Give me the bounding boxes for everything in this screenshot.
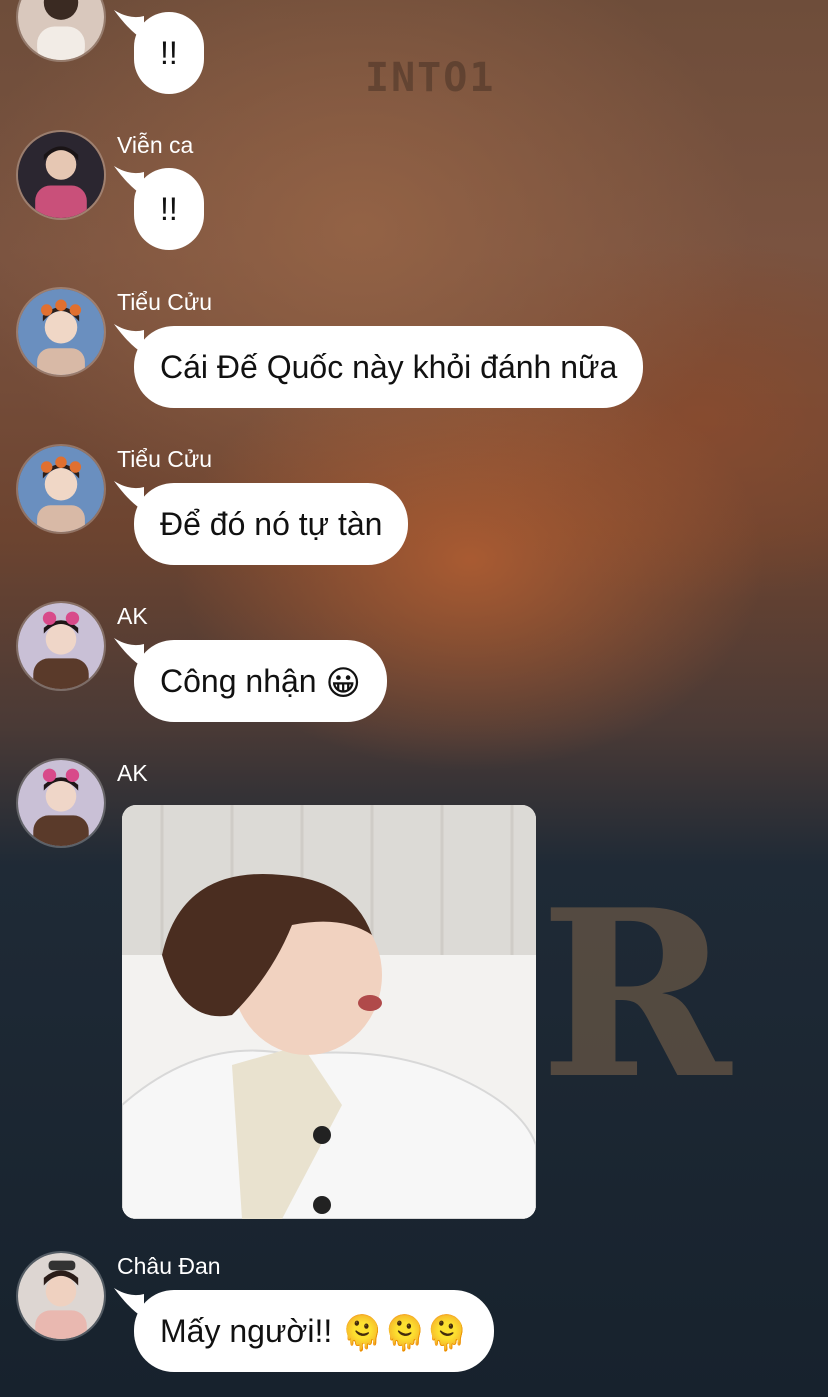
message-text: !!: [160, 35, 178, 71]
grinning-face-icon: 😀: [325, 664, 361, 703]
message-bubble[interactable]: Cái Đế Quốc này khỏi đánh nữa: [114, 324, 644, 408]
profile-photo-icon: [18, 760, 104, 846]
message-text: !!: [160, 191, 178, 227]
photo-attachment[interactable]: [122, 805, 536, 1219]
profile-photo-icon: [18, 446, 104, 532]
wallpaper-letter: R: [540, 860, 732, 1130]
profile-photo-icon: [18, 1253, 104, 1339]
message-bubble[interactable]: Để đó nó tự tàn: [114, 481, 409, 565]
wallpaper-text: INTO1: [365, 55, 496, 101]
bubble-tail-icon: [114, 10, 144, 40]
profile-photo-icon: [18, 289, 104, 375]
sender-name: AK: [117, 603, 148, 629]
sender-name: Châu Đan: [117, 1253, 221, 1279]
message-bubble[interactable]: Mấy người!! 🫠🫠🫠: [114, 1288, 495, 1372]
avatar[interactable]: [16, 0, 106, 62]
message-bubble[interactable]: Công nhận 😀: [114, 638, 387, 722]
photo-image: [122, 805, 536, 1219]
avatar[interactable]: [16, 130, 106, 220]
message-text: Mấy người!!: [160, 1313, 333, 1349]
message-bubble[interactable]: !!: [114, 166, 204, 250]
bubble-tail-icon: [114, 324, 144, 354]
bubble-tail-icon: [114, 166, 144, 196]
message-text: Để đó nó tự tàn: [160, 506, 383, 542]
avatar[interactable]: [16, 1251, 106, 1341]
profile-photo-icon: [18, 0, 104, 60]
profile-photo-icon: [18, 132, 104, 218]
message-text: Cái Đế Quốc này khỏi đánh nữa: [160, 349, 618, 385]
avatar[interactable]: [16, 601, 106, 691]
avatar[interactable]: [16, 444, 106, 534]
bubble-tail-icon: [114, 638, 144, 668]
bubble-tail-icon: [114, 1288, 144, 1318]
sender-name: Viễn ca: [117, 132, 194, 158]
sender-name: AK: [117, 760, 148, 786]
bubble-tail-icon: [114, 481, 144, 511]
sender-name: Tiểu Cửu: [117, 289, 213, 315]
avatar[interactable]: [16, 758, 106, 848]
message-bubble[interactable]: !!: [114, 10, 204, 94]
avatar[interactable]: [16, 287, 106, 377]
profile-photo-icon: [18, 603, 104, 689]
melting-face-icon: 🫠🫠🫠: [341, 1314, 469, 1353]
message-text: Công nhận: [160, 663, 317, 699]
sender-name: Tiểu Cửu: [117, 446, 213, 472]
